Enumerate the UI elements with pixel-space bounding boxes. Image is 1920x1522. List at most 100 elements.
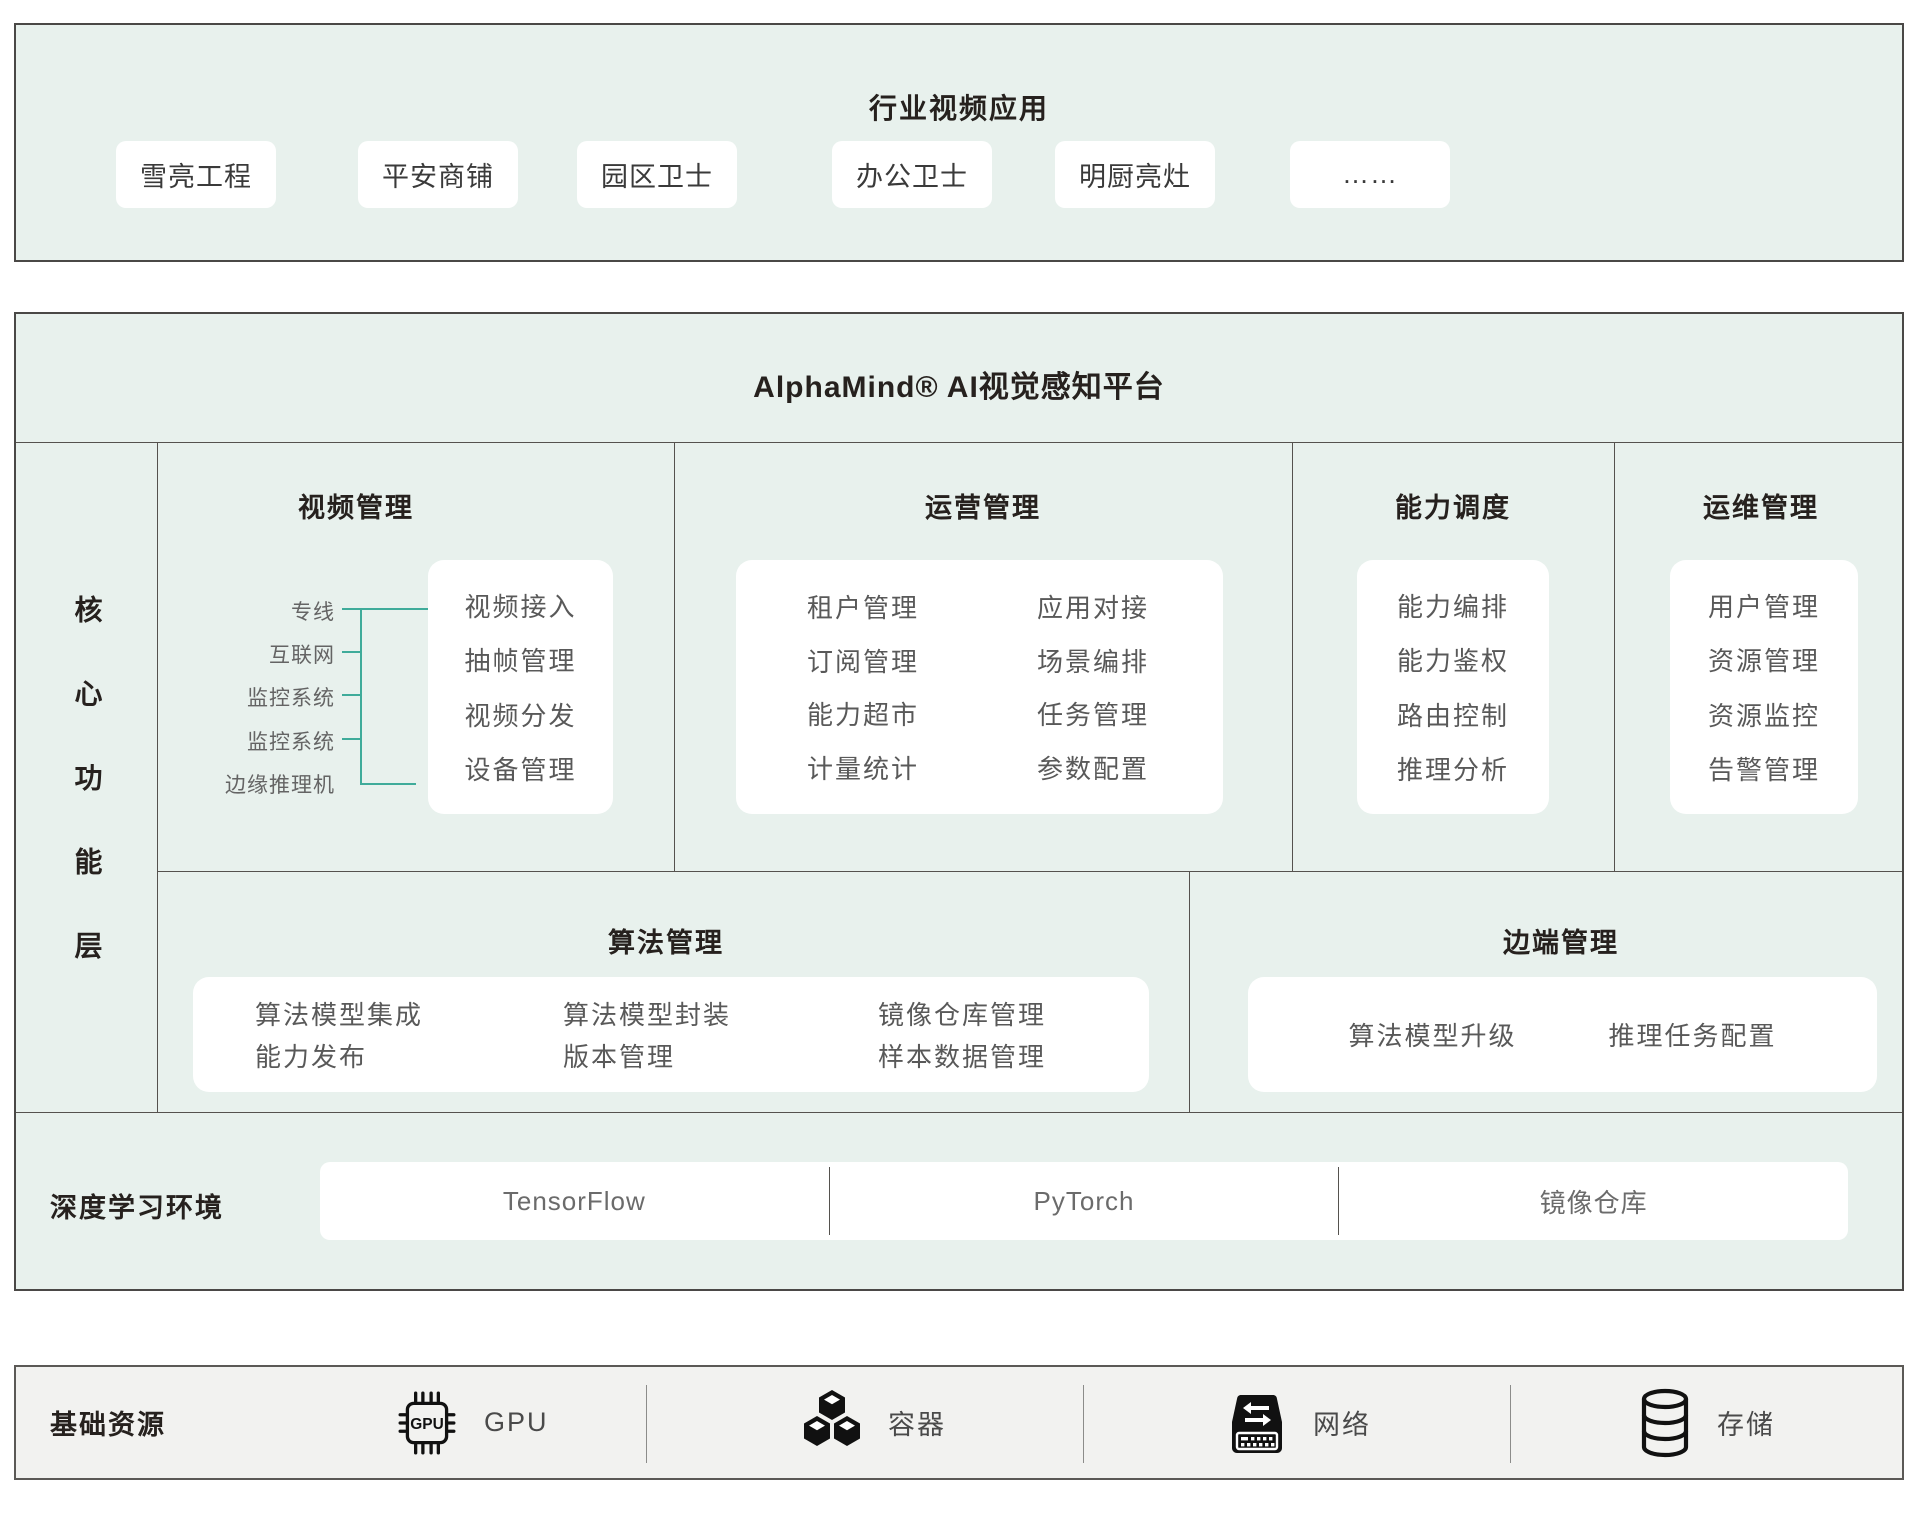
operation-item: 订阅管理: [807, 642, 919, 679]
operation-col-1: 租户管理 订阅管理 能力超市 计量统计: [807, 560, 919, 814]
video-source-label: 监控系统: [185, 726, 335, 756]
ops-mgmt-card: 用户管理 资源管理 资源监控 告警管理: [1670, 560, 1858, 814]
video-item: 抽帧管理: [464, 641, 576, 678]
infra-divider: [1083, 1385, 1084, 1463]
sidebar-divider: [157, 442, 158, 1112]
algorithm-item: 镜像仓库管理: [878, 995, 1046, 1032]
capability-item: 路由控制: [1397, 696, 1509, 733]
video-item: 设备管理: [464, 750, 576, 787]
infra-divider: [1510, 1385, 1511, 1463]
app-pill-bangong: 办公卫士: [832, 141, 992, 208]
connector-trunk-line: [360, 609, 362, 785]
row-divider: [157, 871, 1902, 872]
video-source-label: 专线: [185, 596, 335, 626]
industry-apps-title: 行业视频应用: [16, 87, 1902, 127]
platform-section: AlphaMind® AI视觉感知平台 核心功能层 视频管理 专线 互联网 监控…: [14, 312, 1904, 1291]
ops-item: 资源监控: [1708, 696, 1820, 733]
app-pill-yuanqu: 园区卫士: [577, 141, 737, 208]
algorithm-item: 算法模型封装: [563, 995, 731, 1032]
operation-item: 任务管理: [1037, 695, 1149, 732]
operation-item: 计量统计: [807, 749, 919, 786]
storage-database-icon: [1637, 1388, 1693, 1458]
operation-col-2: 应用对接 场景编排 任务管理 参数配置: [1037, 560, 1149, 814]
app-pill-mingchu: 明厨亮灶: [1055, 141, 1215, 208]
operation-mgmt-title: 运营管理: [873, 486, 1093, 525]
core-layer-sidebar: 核心功能层: [16, 442, 157, 1112]
algorithm-col-3: 镜像仓库管理 样本数据管理: [878, 977, 1046, 1092]
app-pill-ellipsis: ……: [1290, 141, 1450, 208]
algorithm-col-2: 算法模型封装 版本管理: [563, 977, 731, 1092]
infra-item-storage: 存储: [1637, 1367, 1775, 1478]
capability-item: 推理分析: [1397, 750, 1509, 787]
algorithm-col-1: 算法模型集成 能力发布: [255, 977, 423, 1092]
video-item: 视频接入: [464, 587, 576, 624]
algorithm-mgmt-title: 算法管理: [556, 921, 776, 960]
video-mgmt-card: 视频接入 抽帧管理 视频分发 设备管理: [428, 560, 613, 814]
col-divider-2: [1292, 442, 1293, 871]
dl-env-bar: TensorFlow PyTorch 镜像仓库: [320, 1162, 1848, 1240]
operation-item: 参数配置: [1037, 749, 1149, 786]
capability-item: 能力鉴权: [1397, 641, 1509, 678]
col-divider-3: [1614, 442, 1615, 871]
infra-item-container: 容器: [800, 1367, 946, 1478]
infra-label: 基础资源: [50, 1367, 166, 1478]
capability-item: 能力编排: [1397, 587, 1509, 624]
infra-item-label: 存储: [1717, 1403, 1775, 1442]
dl-item-tensorflow: TensorFlow: [320, 1162, 829, 1240]
title-divider: [16, 442, 1902, 443]
dl-env-label: 深度学习环境: [50, 1186, 224, 1225]
infra-item-gpu: GPU GPU: [394, 1367, 549, 1478]
connector-line-internet: [342, 651, 360, 653]
industry-apps-section: 行业视频应用 雪亮工程 平安商铺 园区卫士 办公卫士 明厨亮灶 ……: [14, 23, 1904, 262]
infra-divider: [646, 1385, 647, 1463]
capability-card: 能力编排 能力鉴权 路由控制 推理分析: [1357, 560, 1549, 814]
dl-item-pytorch: PyTorch: [830, 1162, 1339, 1240]
algorithm-item: 能力发布: [255, 1037, 367, 1074]
ops-item: 资源管理: [1708, 641, 1820, 678]
infra-item-label: 容器: [888, 1403, 946, 1442]
platform-title: AlphaMind® AI视觉感知平台: [16, 362, 1902, 406]
algorithm-mgmt-card: 算法模型集成 能力发布 算法模型封装 版本管理 镜像仓库管理 样本数据管理: [193, 977, 1149, 1092]
video-mgmt-title: 视频管理: [246, 486, 466, 525]
infra-item-label: GPU: [484, 1407, 549, 1438]
operation-item: 应用对接: [1037, 588, 1149, 625]
connector-line-dedicated: [342, 608, 438, 610]
ops-item: 用户管理: [1708, 587, 1820, 624]
video-source-label: 互联网: [185, 639, 335, 669]
ops-item: 告警管理: [1708, 750, 1820, 787]
video-source-label: 监控系统: [185, 682, 335, 712]
edge-item: 算法模型升级: [1348, 1016, 1516, 1053]
operation-mgmt-card: 租户管理 订阅管理 能力超市 计量统计 应用对接 场景编排 任务管理 参数配置: [736, 560, 1223, 814]
gpu-chip-icon: GPU: [394, 1390, 460, 1456]
infra-item-label: 网络: [1313, 1403, 1371, 1442]
algorithm-item: 版本管理: [563, 1037, 675, 1074]
operation-item: 场景编排: [1037, 642, 1149, 679]
container-cubes-icon: [800, 1388, 864, 1458]
col-divider-1: [674, 442, 675, 871]
algorithm-item: 算法模型集成: [255, 995, 423, 1032]
connector-line-monitor2: [342, 738, 360, 740]
capability-title: 能力调度: [1343, 486, 1563, 525]
col-divider-4: [1189, 871, 1190, 1112]
video-source-label: 边缘推理机: [185, 769, 335, 799]
edge-item: 推理任务配置: [1609, 1016, 1777, 1053]
operation-item: 租户管理: [807, 588, 919, 625]
video-item: 视频分发: [464, 696, 576, 733]
infra-section: 基础资源 GPU GPU: [14, 1365, 1904, 1480]
algorithm-item: 样本数据管理: [878, 1037, 1046, 1074]
edge-mgmt-title: 边端管理: [1451, 921, 1671, 960]
infra-item-network: 网络: [1225, 1367, 1371, 1478]
connector-line-edge: [360, 783, 416, 785]
network-switch-icon: [1225, 1390, 1289, 1456]
dl-item-registry: 镜像仓库: [1339, 1162, 1848, 1240]
app-pill-pingan: 平安商铺: [358, 141, 518, 208]
edge-mgmt-card: 算法模型升级 推理任务配置: [1248, 977, 1877, 1092]
connector-line-monitor1: [342, 694, 360, 696]
ops-mgmt-title: 运维管理: [1651, 486, 1871, 525]
core-layer-label: 核心功能层: [67, 595, 107, 1015]
app-pill-xueliang: 雪亮工程: [116, 141, 276, 208]
dl-divider: [16, 1112, 1902, 1113]
operation-item: 能力超市: [807, 695, 919, 732]
architecture-diagram: 行业视频应用 雪亮工程 平安商铺 园区卫士 办公卫士 明厨亮灶 …… Alpha…: [0, 0, 1920, 1522]
svg-text:GPU: GPU: [410, 1416, 444, 1433]
